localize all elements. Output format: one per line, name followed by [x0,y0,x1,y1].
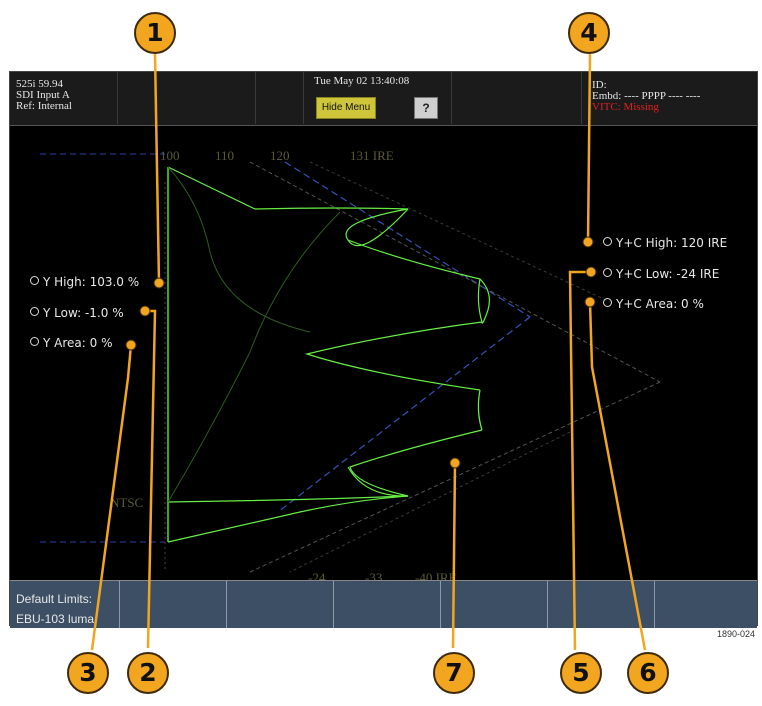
callout-5: 5 [560,652,602,694]
figure-id: 1890-024 [717,629,756,639]
scale-label: -33 [365,570,382,580]
radio-icon [603,298,612,307]
yc-low-label: Y+C Low: -24 IRE [616,267,720,281]
scale-label: 131 IRE [350,148,394,163]
callout-6: 6 [627,652,669,694]
softkey[interactable] [120,581,227,628]
radio-icon [603,268,612,277]
y-area-label: Y Area: 0 % [43,336,113,350]
softkey-label: Default Limits: [16,592,93,606]
y-high-label: Y High: 103.0 % [43,275,140,289]
softkey[interactable] [655,581,757,628]
diamond-display: 100 110 120 131 IRE NTSC -24 -33 -40 IRE [40,148,661,580]
y-low-label: Y Low: -1.0 % [43,306,124,320]
instrument-screen: 525i 59.94 SDI Input A Ref: Internal Tue… [9,71,758,628]
radio-icon [30,307,39,316]
scale-label: 110 [215,148,234,163]
callout-1: 1 [134,12,176,54]
callout-4: 4 [568,12,610,54]
radio-icon [30,276,39,285]
callout-2: 2 [127,652,169,694]
callout-7: 7 [433,652,475,694]
default-limits-softkey[interactable]: Default Limits: EBU-103 luma [10,581,120,628]
y-low-limit[interactable]: Y Low: -1.0 % [30,306,124,320]
softkey[interactable] [227,581,334,628]
callout-3: 3 [67,652,109,694]
softkey[interactable] [548,581,655,628]
y-high-limit[interactable]: Y High: 103.0 % [30,275,139,289]
scale-label: -40 IRE [415,570,457,580]
yc-area-limit[interactable]: Y+C Area: 0 % [603,297,704,311]
yc-high-label: Y+C High: 120 IRE [616,236,728,250]
radio-icon [603,237,612,246]
scale-label: 100 [160,148,180,163]
radio-icon [30,337,39,346]
yc-low-limit[interactable]: Y+C Low: -24 IRE [603,267,719,281]
yc-area-label: Y+C Area: 0 % [616,297,704,311]
y-area-limit[interactable]: Y Area: 0 % [30,336,112,350]
scale-label: 120 [270,148,290,163]
scale-label: -24 [308,570,326,580]
yc-high-limit[interactable]: Y+C High: 120 IRE [603,236,727,250]
softkey-bar: Default Limits: EBU-103 luma [10,580,757,628]
softkey[interactable] [441,581,548,628]
softkey-value: EBU-103 luma [16,612,95,626]
softkey[interactable] [334,581,441,628]
standard-label: NTSC [110,495,143,510]
